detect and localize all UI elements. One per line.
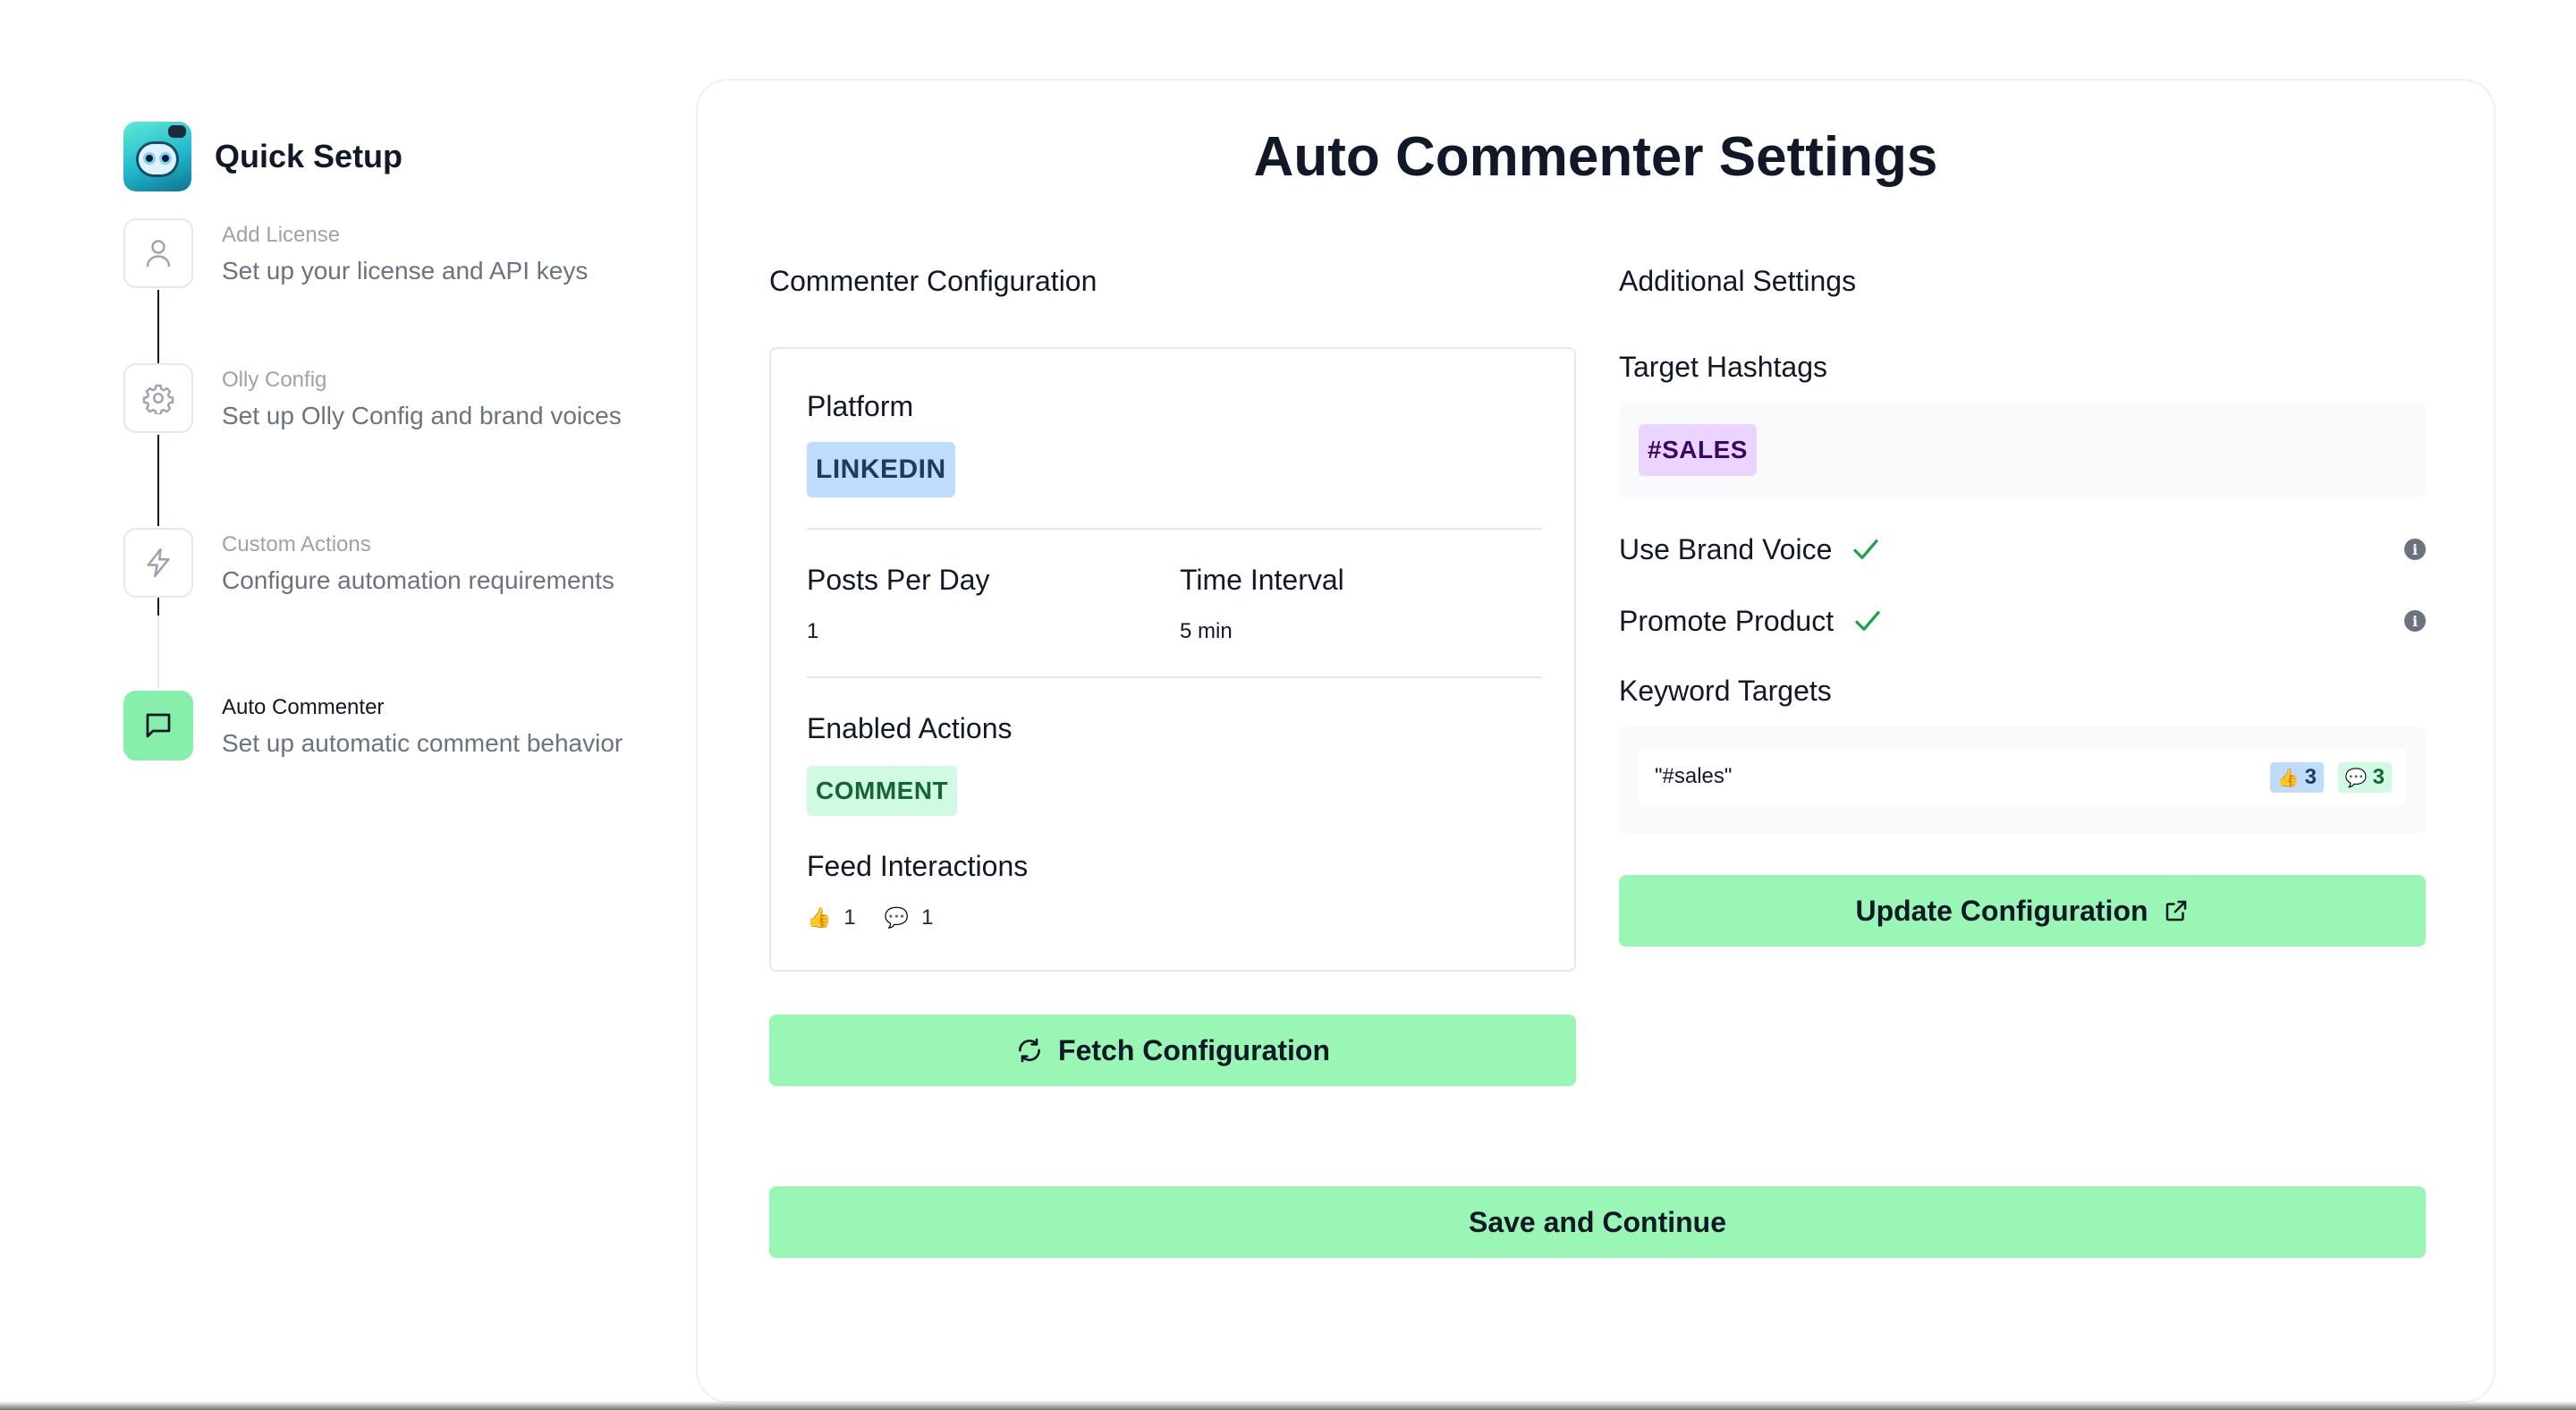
posts-per-day-value: 1 [807, 619, 819, 643]
robot-logo-icon [123, 122, 191, 191]
settings-card: Auto Commenter Settings Commenter Config… [696, 79, 2496, 1403]
sidebar-title: Quick Setup [215, 138, 403, 174]
keyword-targets-label: Keyword Targets [1619, 675, 1832, 707]
keyword-likes-badge: 👍 3 [2269, 762, 2324, 793]
posts-per-day-label: Posts Per Day [807, 564, 990, 596]
save-and-continue-button[interactable]: Save and Continue [769, 1186, 2426, 1258]
enabled-actions-label: Enabled Actions [807, 712, 1013, 744]
step-title: Olly Config [222, 368, 327, 392]
platform-tag: LINKEDIN [807, 442, 955, 497]
update-configuration-label: Update Configuration [1855, 894, 2148, 927]
step-description: Configure automation requirements [222, 566, 614, 594]
additional-section-title: Additional Settings [1619, 265, 1857, 297]
refresh-icon [1015, 1036, 1044, 1065]
time-interval-value: 5 min [1180, 619, 1233, 643]
check-icon [1852, 537, 1880, 562]
sidebar-brand: Quick Setup [123, 122, 660, 191]
update-configuration-button[interactable]: Update Configuration [1619, 875, 2426, 947]
step-title: Add License [222, 223, 341, 247]
divider [807, 528, 1542, 530]
external-link-icon [2163, 897, 2190, 924]
step-title: Auto Commenter [222, 695, 385, 719]
step-title: Custom Actions [222, 532, 371, 556]
keyword-text: "#sales" [1655, 764, 1733, 788]
divider [807, 676, 1542, 678]
platform-label: Platform [807, 390, 914, 422]
save-and-continue-label: Save and Continue [1468, 1205, 1727, 1238]
info-icon[interactable]: i [2404, 539, 2426, 560]
info-icon[interactable]: i [2404, 610, 2426, 632]
user-icon [123, 218, 193, 288]
app-frame: Quick Setup Add License Set up your lice… [0, 0, 2576, 1410]
action-tag-comment: COMMENT [807, 766, 958, 816]
thumbs-up-icon: 👍 [2276, 768, 2300, 788]
hashtag-tag: #SALES [1639, 424, 1757, 476]
promote-product-label: Promote Product [1619, 604, 1835, 637]
keyword-targets-box: "#sales" 👍 3 💬 3 [1619, 726, 2426, 834]
step-description: Set up your license and API keys [222, 257, 589, 285]
promote-product-row[interactable]: Promote Product i [1619, 601, 2426, 641]
hashtag-box: #SALES [1619, 403, 2426, 497]
lightning-icon [123, 528, 193, 598]
step-connector [157, 598, 159, 616]
brand-voice-label: Use Brand Voice [1619, 532, 1833, 565]
feed-comments-count: 1 [921, 905, 934, 930]
keyword-item[interactable]: "#sales" 👍 3 💬 3 [1639, 748, 2406, 805]
feed-interactions-counts: 👍 1 💬 1 [807, 905, 962, 930]
gear-icon [123, 363, 193, 433]
step-connector [157, 435, 159, 526]
thumbs-up-icon: 👍 [807, 906, 832, 929]
keyword-comments-badge: 💬 3 [2337, 762, 2392, 793]
keyword-likes-count: 3 [2304, 765, 2317, 789]
commenter-config-box: Platform LINKEDIN Posts Per Day 1 Time I… [769, 347, 1576, 972]
speech-bubble-icon: 💬 [884, 906, 910, 929]
time-interval-label: Time Interval [1180, 564, 1344, 596]
page-title: Auto Commenter Settings [1253, 126, 1938, 188]
message-icon [123, 691, 193, 760]
commenter-section-title: Commenter Configuration [769, 265, 1097, 297]
fetch-configuration-label: Fetch Configuration [1058, 1033, 1330, 1066]
target-hashtags-label: Target Hashtags [1619, 351, 1828, 383]
speech-bubble-icon: 💬 [2344, 768, 2368, 788]
step-connector [157, 290, 159, 363]
step-connector [157, 616, 159, 689]
step-description: Set up Olly Config and brand voices [222, 402, 622, 429]
brand-voice-row[interactable]: Use Brand Voice i [1619, 530, 2426, 569]
feed-likes-count: 1 [843, 905, 856, 930]
check-icon [1853, 608, 1882, 633]
feed-interactions-label: Feed Interactions [807, 850, 1029, 882]
keyword-comments-count: 3 [2372, 765, 2385, 789]
fetch-configuration-button[interactable]: Fetch Configuration [769, 1015, 1576, 1086]
step-description: Set up automatic comment behavior [222, 729, 623, 757]
setup-sidebar: Quick Setup Add License Set up your lice… [123, 122, 660, 760]
window-bottom-edge [0, 1401, 2576, 1410]
